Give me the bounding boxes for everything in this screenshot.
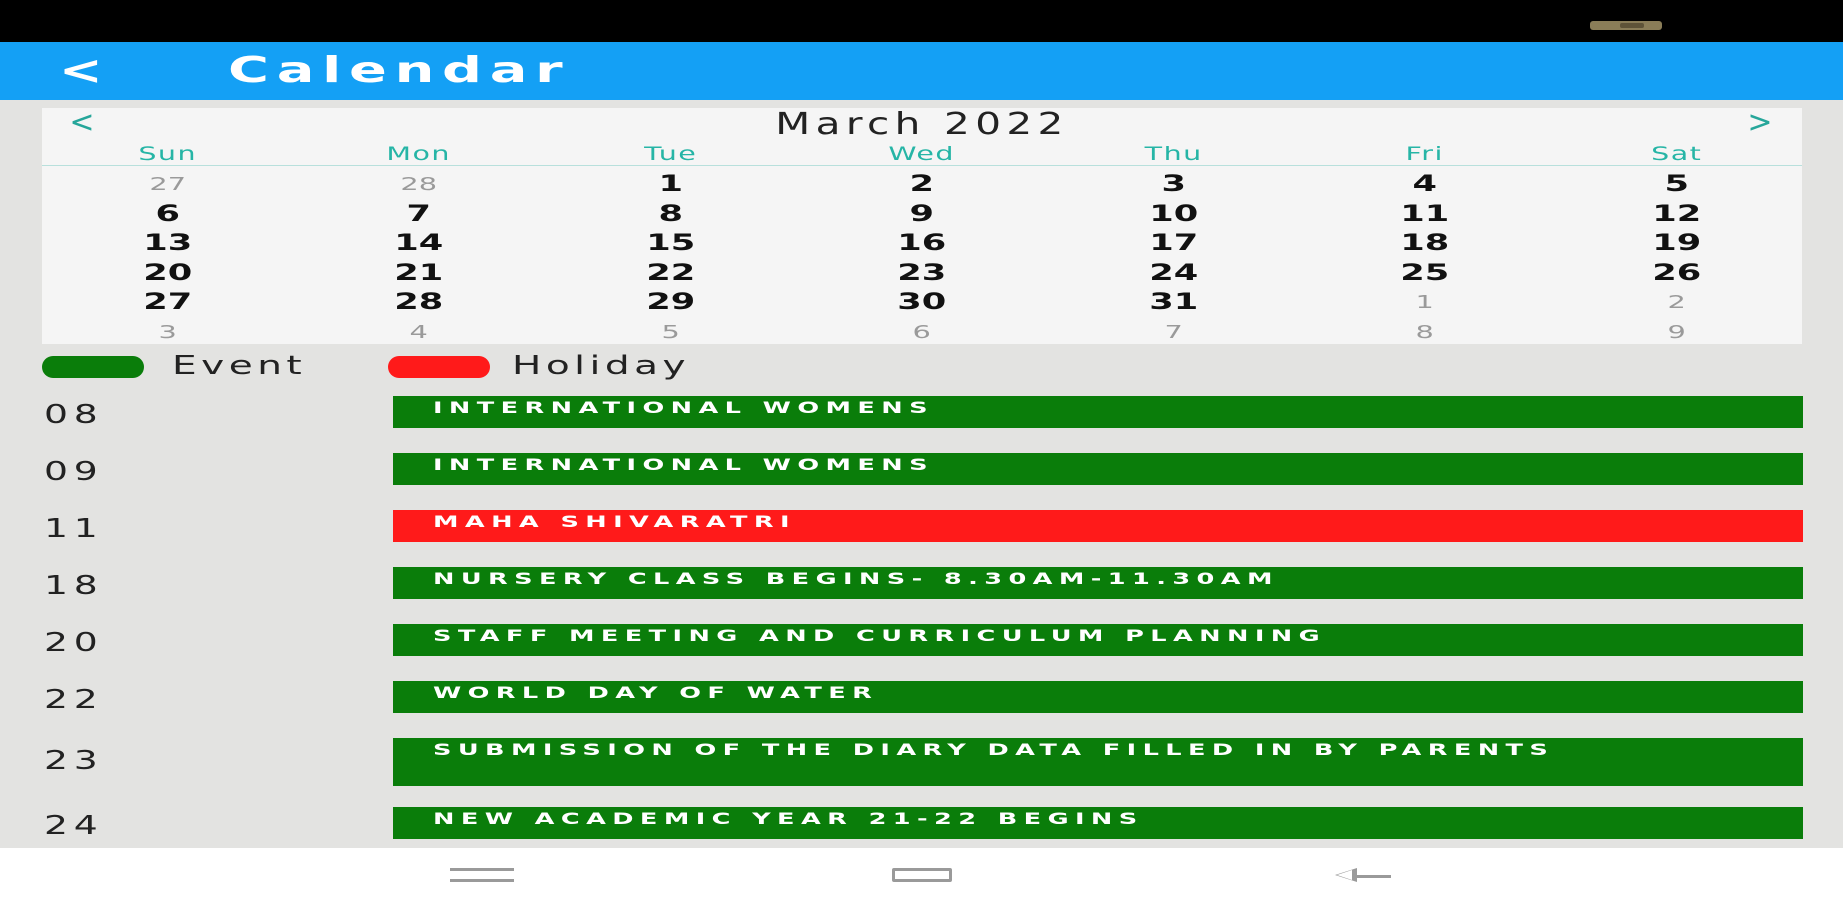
event-title: WORLD DAY OF WATER: [433, 683, 879, 702]
page-title: Calendar: [228, 50, 571, 91]
event-date: 09: [44, 457, 104, 487]
event-title: STAFF MEETING AND CURRICULUM PLANNING: [433, 626, 1326, 645]
month-title: March 2022: [775, 107, 1069, 142]
calendar-week: 20 21 22 23 24 25 26: [42, 259, 1802, 289]
event-title: NEW ACADEMIC YEAR 21-22 BEGINS: [433, 809, 1144, 828]
event-date: 24: [44, 811, 104, 841]
back-icon-stroke: [1357, 875, 1391, 878]
weekday-label: Sat: [1650, 143, 1702, 165]
next-month-button[interactable]: >: [1740, 108, 1780, 138]
calendar-week: 27 28 29 30 31 1 2: [42, 288, 1802, 318]
event-title: MAHA SHIVARATRI: [433, 512, 796, 531]
legend: Event Holiday: [42, 352, 842, 382]
event-title: SUBMISSION OF THE DIARY DATA FILLED IN B…: [433, 740, 1555, 759]
event-legend-label: Event: [172, 351, 307, 381]
event-date: 08: [44, 400, 104, 430]
system-nav-bar: [0, 848, 1843, 900]
calendar-day[interactable]: 2: [1475, 288, 1843, 318]
event-date: 23: [44, 746, 104, 776]
event-title: NURSERY CLASS BEGINS- 8.30AM-11.30AM: [433, 569, 1279, 588]
status-bar: [0, 0, 1843, 42]
event-color-swatch: [42, 356, 144, 378]
event-bar[interactable]: STAFF MEETING AND CURRICULUM PLANNING: [393, 624, 1803, 656]
event-title: INTERNATIONAL WOMENS: [433, 455, 934, 474]
event-bar[interactable]: SUBMISSION OF THE DIARY DATA FILLED IN B…: [393, 738, 1803, 786]
event-date: 22: [44, 685, 104, 715]
holiday-color-swatch: [388, 356, 490, 378]
calendar-day[interactable]: 19: [1475, 229, 1843, 259]
calendar-day[interactable]: 9: [1475, 318, 1843, 348]
back-icon[interactable]: [1335, 868, 1357, 882]
holiday-legend-label: Holiday: [512, 351, 691, 381]
calendar-widget: March 2022 < > Sun Mon Tue Wed Thu Fri Sat 27 2…: [42, 108, 1802, 344]
event-date: 20: [44, 628, 104, 658]
home-icon[interactable]: [892, 868, 952, 882]
event-bar[interactable]: INTERNATIONAL WOMENS: [393, 396, 1803, 428]
back-button[interactable]: <: [59, 46, 137, 96]
calendar-day[interactable]: 5: [1475, 170, 1843, 200]
event-bar[interactable]: NURSERY CLASS BEGINS- 8.30AM-11.30AM: [393, 567, 1803, 599]
event-bar[interactable]: WORLD DAY OF WATER: [393, 681, 1803, 713]
calendar-day[interactable]: 12: [1475, 200, 1843, 230]
calendar-week: 3456789: [42, 318, 1802, 348]
event-bar[interactable]: NEW ACADEMIC YEAR 21-22 BEGINS: [393, 807, 1803, 839]
calendar-week: 13 14 15 16 17 18 19: [42, 229, 1802, 259]
calendar-week: 6 7 8 9 10 11 12: [42, 200, 1802, 230]
event-date: 11: [44, 514, 104, 544]
holiday-bar[interactable]: MAHA SHIVARATRI: [393, 510, 1803, 542]
calendar-day[interactable]: 26: [1475, 259, 1843, 289]
event-bar[interactable]: INTERNATIONAL WOMENS: [393, 453, 1803, 485]
event-title: INTERNATIONAL WOMENS: [433, 398, 934, 417]
calendar-week: 27 28 1 2 3 4 5: [42, 170, 1802, 200]
event-date: 18: [44, 571, 104, 601]
calendar-grid: 27 28 1 2 3 4 5 6 7 8 9 10 11 12 13 14 15 16 17 18 19 20 21 22 2…: [42, 170, 1802, 347]
menu-icon[interactable]: [450, 868, 514, 882]
prev-month-button[interactable]: <: [62, 108, 102, 138]
weekday-header: Sun Mon Tue Wed Thu Fri Sat: [42, 144, 1802, 166]
app-bar: < Calendar: [0, 42, 1843, 100]
event-list: 08 INTERNATIONAL WOMENS 09 INTERNATIONAL WO…: [0, 396, 1843, 848]
battery-icon: [1590, 21, 1662, 30]
